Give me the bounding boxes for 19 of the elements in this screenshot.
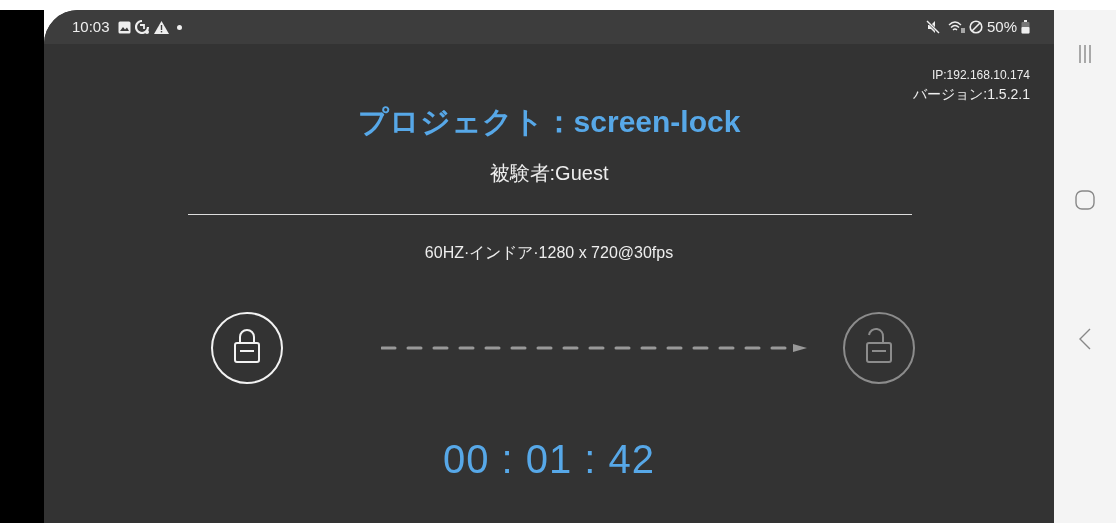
mute-icon: [925, 20, 940, 34]
elapsed-timer: 00 : 01 : 42: [442, 437, 656, 481]
wifi-icon: [947, 20, 965, 34]
image-icon: [117, 20, 131, 34]
dot-icon: [176, 24, 182, 30]
battery-icon: [1021, 20, 1030, 34]
home-icon[interactable]: [1075, 189, 1095, 210]
warning-icon: [153, 20, 169, 34]
battery-percent: 50%: [986, 16, 1017, 37]
version-label: バージョン:1.5.2.1: [913, 85, 1030, 104]
ip-address: IP:192.168.10.174: [931, 67, 1030, 84]
subject-label: 被験者:Guest: [489, 161, 609, 186]
settings-info: 60HZ·インドア·1280 x 720@30fps: [424, 243, 674, 263]
blocked-icon: [968, 20, 983, 34]
back-icon[interactable]: [1079, 327, 1091, 350]
project-title: プロジェクト：screen-lock: [357, 104, 741, 140]
recent-apps-icon[interactable]: [1078, 43, 1092, 64]
status-time: 10:03: [72, 16, 110, 37]
sync-icon: [134, 20, 150, 34]
